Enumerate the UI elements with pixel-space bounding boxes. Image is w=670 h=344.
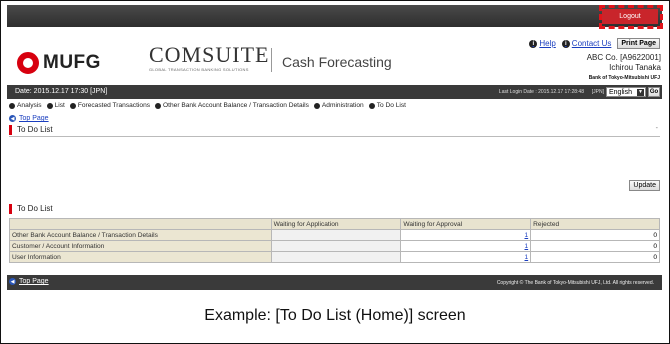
collapse-icon[interactable]: - xyxy=(656,125,658,132)
row-label: Other Bank Account Balance / Transaction… xyxy=(9,229,272,241)
menu-item-analysis[interactable]: Analysis xyxy=(9,102,42,109)
bullet-icon xyxy=(46,102,53,109)
application-count xyxy=(270,240,402,252)
module-name: Cash Forecasting xyxy=(282,54,392,70)
bullet-icon xyxy=(9,102,15,109)
logo-divider xyxy=(271,48,272,72)
copyright: Copyright © The Bank of Tokyo-Mitsubishi… xyxy=(496,280,654,286)
rejected-count: 0 xyxy=(530,240,660,252)
bullet-icon xyxy=(155,102,162,109)
brand-name: MUFG xyxy=(43,52,101,73)
menu-item-other-bank-balance[interactable]: Other Bank Account Balance / Transaction… xyxy=(155,102,309,109)
logout-highlight xyxy=(599,5,663,29)
help-link[interactable]: i Help xyxy=(529,39,556,48)
screen-caption: Example: [To Do List (Home)] screen xyxy=(204,307,466,324)
main-menu: Analysis List Forecasted Transactions Ot… xyxy=(9,102,406,109)
bullet-icon xyxy=(368,102,375,109)
company-name: ABC Co. [A9622001] xyxy=(586,53,661,62)
section-header-2: To Do List xyxy=(9,204,660,216)
menu-item-administration[interactable]: Administration xyxy=(313,102,364,109)
product-name: COMSUITE xyxy=(149,42,270,67)
row-label: User Information xyxy=(9,251,272,263)
info-bar: Date: 2015.12.17 17:30 [JPN] Last Login … xyxy=(7,85,662,99)
menu-label: Administration xyxy=(321,102,364,109)
header: MUFG COMSUITE GLOBAL TRANSACTION BANKING… xyxy=(7,27,662,85)
footer-top-page-link[interactable]: Top Page xyxy=(19,278,49,285)
top-bar: Logout xyxy=(7,5,663,29)
section-marker xyxy=(9,204,12,214)
application-count xyxy=(270,251,402,263)
table-row: User Information 1 0 xyxy=(9,251,660,263)
bullet-icon xyxy=(313,102,320,109)
section-header-1: To Do List - xyxy=(9,125,660,137)
go-button[interactable]: Go xyxy=(648,87,660,97)
print-page-button[interactable]: Print Page xyxy=(617,38,660,49)
column-header: Waiting for Approval xyxy=(400,218,532,230)
column-header: Waiting for Application xyxy=(270,218,402,230)
language-value: English xyxy=(609,89,632,96)
last-login: Last Login Date : 2015.12.17 17:28:48 xyxy=(498,89,584,95)
product-subtitle: GLOBAL TRANSACTION BANKING SOLUTIONS xyxy=(149,67,249,72)
bank-name: Bank of Tokyo-Mitsubishi UFJ xyxy=(588,75,660,81)
menu-item-list[interactable]: List xyxy=(46,102,65,109)
user-name: Ichirou Tanaka xyxy=(609,63,661,72)
menu-label: To Do List xyxy=(376,102,407,109)
language-select[interactable]: English ▼ xyxy=(606,87,646,97)
approval-count[interactable]: 1 xyxy=(400,229,532,241)
to-do-table: Waiting for Application Waiting for Appr… xyxy=(9,218,660,263)
section-title: To Do List xyxy=(17,204,53,213)
approval-link[interactable]: 1 xyxy=(525,254,529,261)
approval-count[interactable]: 1 xyxy=(400,251,532,263)
section-title: To Do List xyxy=(17,125,53,134)
table-row: Other Bank Account Balance / Transaction… xyxy=(9,229,660,241)
help-label: Help xyxy=(539,39,556,48)
bullet-icon xyxy=(69,102,76,109)
menu-item-forecasted-transactions[interactable]: Forecasted Transactions xyxy=(69,102,151,109)
column-header xyxy=(9,218,272,230)
section-marker xyxy=(9,125,12,135)
footer: ◀ Top Page Copyright © The Bank of Tokyo… xyxy=(7,275,662,290)
update-button[interactable]: Update xyxy=(629,180,660,191)
rejected-count: 0 xyxy=(530,251,660,263)
header-links: i Help i Contact Us Print Page xyxy=(529,38,660,49)
info-icon: i xyxy=(529,39,538,48)
application-count xyxy=(270,229,402,241)
menu-label: Analysis xyxy=(17,102,42,109)
contact-label: Contact Us xyxy=(571,39,612,48)
row-label: Customer / Account Information xyxy=(9,240,272,252)
app-window: Logout MUFG COMSUITE GLOBAL TRANSACTION … xyxy=(7,5,663,290)
menu-label: Other Bank Account Balance / Transaction… xyxy=(163,102,309,109)
top-page-link[interactable]: Top Page xyxy=(19,115,49,122)
menu-label: List xyxy=(54,102,65,109)
rejected-count: 0 xyxy=(530,229,660,241)
breadcrumb: ◀ Top Page xyxy=(9,115,49,122)
table-row: Customer / Account Information 1 0 xyxy=(9,240,660,252)
menu-item-to-do-list[interactable]: To Do List xyxy=(368,102,407,109)
table-header-row: Waiting for Application Waiting for Appr… xyxy=(9,218,660,230)
home-icon: ◀ xyxy=(9,115,16,122)
chevron-down-icon: ▼ xyxy=(637,89,644,96)
menu-label: Forecasted Transactions xyxy=(77,102,151,109)
comsuite-logo: COMSUITE GLOBAL TRANSACTION BANKING SOLU… xyxy=(149,42,270,73)
timezone-label: [JPN] xyxy=(591,89,604,95)
approval-link[interactable]: 1 xyxy=(525,232,529,239)
mufg-logo: MUFG xyxy=(17,52,101,74)
contact-link[interactable]: i Contact Us xyxy=(561,39,612,48)
column-header: Rejected xyxy=(530,218,660,230)
current-date: Date: 2015.12.17 17:30 [JPN] xyxy=(15,88,108,95)
home-icon: ◀ xyxy=(9,278,16,285)
footer-breadcrumb: ◀ Top Page xyxy=(9,278,49,285)
info-icon: i xyxy=(561,39,570,48)
approval-link[interactable]: 1 xyxy=(525,243,529,250)
mufg-mark-icon xyxy=(17,52,39,74)
approval-count[interactable]: 1 xyxy=(400,240,532,252)
